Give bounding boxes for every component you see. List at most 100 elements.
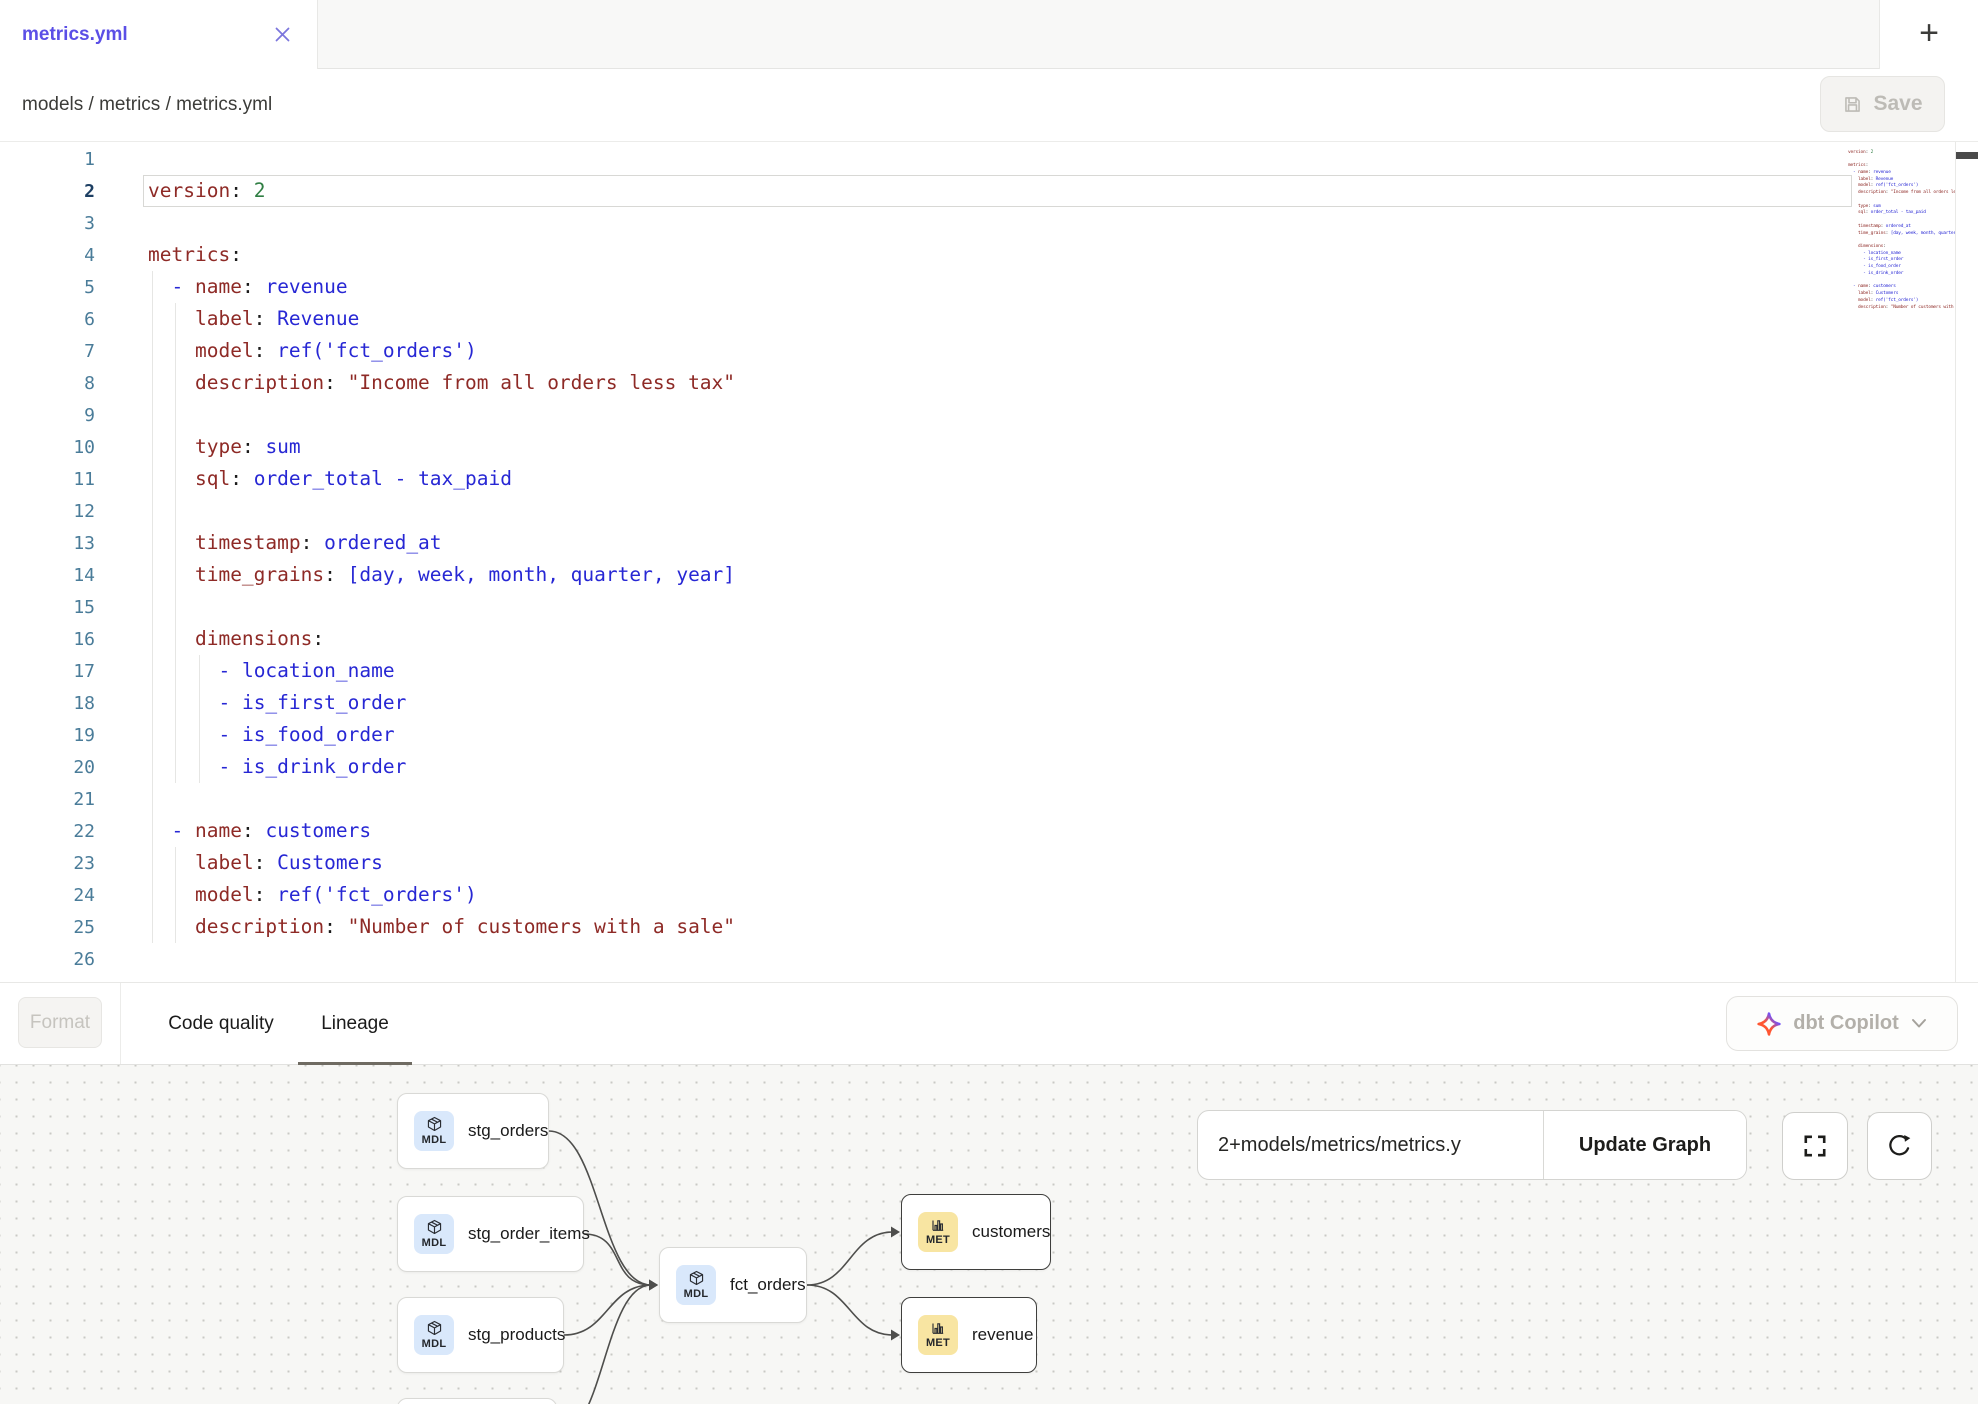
lineage-node-customers[interactable]: MET customers xyxy=(901,1194,1051,1270)
dbt-copilot-icon xyxy=(1757,1012,1781,1036)
code-line[interactable]: 12 xyxy=(0,495,1848,527)
line-number: 8 xyxy=(0,373,95,394)
lineage-node-stg_orders[interactable]: MDL stg_orders xyxy=(397,1093,549,1169)
lineage-canvas[interactable]: MDL stg_orders MDLstg_order_items MDLstg_pr… xyxy=(0,1065,1978,1404)
model-selector-input[interactable]: 2+models/metrics/metrics.y xyxy=(1198,1111,1544,1179)
code-line[interactable]: 13 timestamp: ordered_at xyxy=(0,527,1848,559)
lineage-node-stg_hidden[interactable]: MDL xyxy=(397,1398,557,1404)
code-line[interactable]: 19 - is_food_order xyxy=(0,719,1848,751)
indent-guide xyxy=(199,719,200,751)
code-line[interactable]: 14 time_grains: [day, week, month, quart… xyxy=(0,559,1848,591)
selector-value: 2+models/metrics/metrics.y xyxy=(1218,1134,1461,1157)
node-label: customers xyxy=(972,1222,1050,1242)
indent-guide xyxy=(175,559,176,591)
code-line[interactable]: 21 xyxy=(0,783,1848,815)
code-line[interactable]: 18 - is_first_order xyxy=(0,687,1848,719)
indent-guide xyxy=(152,399,153,431)
code-line[interactable]: 1 xyxy=(0,143,1848,175)
indent-guide xyxy=(152,719,153,751)
lineage-node-stg_order_items[interactable]: MDLstg_order_items xyxy=(397,1196,584,1272)
lineage-node-revenue[interactable]: METrevenue xyxy=(901,1297,1037,1373)
code-line[interactable]: 3 xyxy=(0,207,1848,239)
metric-icon: MET xyxy=(918,1315,958,1355)
line-number: 12 xyxy=(0,501,95,522)
code-line[interactable]: 26 xyxy=(0,943,1848,975)
indent-guide xyxy=(152,303,153,335)
code-line[interactable]: 10 type: sum xyxy=(0,431,1848,463)
indent-guide xyxy=(152,687,153,719)
code-line[interactable]: 16 dimensions: xyxy=(0,623,1848,655)
indent-guide xyxy=(152,559,153,591)
indent-guide xyxy=(175,879,176,911)
code-line[interactable]: 4metrics: xyxy=(0,239,1848,271)
indent-guide xyxy=(152,495,153,527)
code-line[interactable]: 25 description: "Number of customers wit… xyxy=(0,911,1848,943)
bottom-panel-header: Format Code quality Lineage dbt Copilot xyxy=(0,982,1978,1065)
indent-guide xyxy=(152,911,153,943)
indent-guide xyxy=(175,911,176,943)
plus-icon: + xyxy=(1919,16,1939,50)
fullscreen-button[interactable] xyxy=(1782,1112,1848,1180)
code-line[interactable]: 24 model: ref('fct_orders') xyxy=(0,879,1848,911)
dbt-copilot-button[interactable]: dbt Copilot xyxy=(1726,996,1958,1051)
lineage-node-stg_products[interactable]: MDLstg_products xyxy=(397,1297,564,1373)
tab-metrics-yml[interactable]: metrics.yml xyxy=(0,0,318,69)
indent-guide xyxy=(175,431,176,463)
code-line[interactable]: 2version: 2 xyxy=(0,175,1848,207)
tab-lineage[interactable]: Lineage xyxy=(298,983,412,1064)
code-line[interactable]: 20 - is_drink_order xyxy=(0,751,1848,783)
indent-guide xyxy=(152,783,153,815)
lineage-node-fct_orders[interactable]: MDLfct_orders xyxy=(659,1247,807,1323)
refresh-button[interactable] xyxy=(1867,1112,1932,1180)
scrollbar-thumb[interactable] xyxy=(1956,152,1978,159)
line-content: - location_name xyxy=(148,655,395,687)
breadcrumb-row: models / metrics / metrics.yml Save xyxy=(0,69,1978,142)
refresh-icon xyxy=(1886,1133,1913,1160)
line-number: 21 xyxy=(0,789,95,810)
code-line[interactable]: 23 label: Customers xyxy=(0,847,1848,879)
indent-guide xyxy=(175,687,176,719)
line-number: 1 xyxy=(0,149,95,170)
indent-guide xyxy=(175,751,176,783)
indent-guide xyxy=(152,879,153,911)
format-button[interactable]: Format xyxy=(18,997,102,1048)
tab-bar: metrics.yml + xyxy=(0,0,1978,69)
indent-guide xyxy=(175,303,176,335)
line-content: time_grains: [day, week, month, quarter,… xyxy=(148,559,735,591)
code-line[interactable]: 11 sql: order_total - tax_paid xyxy=(0,463,1848,495)
code-editor[interactable]: 1 2version: 234metrics:5 - name: revenue6… xyxy=(0,142,1978,982)
node-kind-label: MDL xyxy=(422,1134,447,1146)
line-content: label: Revenue xyxy=(148,303,359,335)
minimap[interactable]: version: 2 metrics: - name: revenue labe… xyxy=(1848,143,1955,318)
code-line[interactable]: 6 label: Revenue xyxy=(0,303,1848,335)
tab-code-quality-label: Code quality xyxy=(168,1013,274,1035)
node-kind-label: MET xyxy=(926,1337,950,1349)
line-number: 18 xyxy=(0,693,95,714)
node-label: stg_orders xyxy=(468,1121,548,1141)
code-line[interactable]: 15 xyxy=(0,591,1848,623)
line-content: - is_drink_order xyxy=(148,751,406,783)
node-kind-label: MET xyxy=(926,1234,950,1246)
code-line[interactable]: 9 xyxy=(0,399,1848,431)
code-line[interactable]: 17 - location_name xyxy=(0,655,1848,687)
code-line[interactable]: 7 model: ref('fct_orders') xyxy=(0,335,1848,367)
code-line[interactable]: 5 - name: revenue xyxy=(0,271,1848,303)
indent-guide xyxy=(152,751,153,783)
update-graph-button[interactable]: Update Graph xyxy=(1544,1111,1746,1179)
code-line[interactable]: 8 description: "Income from all orders l… xyxy=(0,367,1848,399)
tab-code-quality[interactable]: Code quality xyxy=(146,983,296,1064)
indent-guide xyxy=(175,623,176,655)
line-number: 13 xyxy=(0,533,95,554)
save-button[interactable]: Save xyxy=(1820,76,1945,132)
scrollbar-track[interactable] xyxy=(1955,142,1978,982)
new-tab-zone[interactable]: + xyxy=(1879,0,1978,69)
line-number: 15 xyxy=(0,597,95,618)
code-line[interactable]: 22 - name: customers xyxy=(0,815,1848,847)
line-number: 19 xyxy=(0,725,95,746)
model-icon: MDL xyxy=(676,1265,716,1305)
format-label: Format xyxy=(30,1012,90,1034)
line-number: 25 xyxy=(0,917,95,938)
close-icon[interactable] xyxy=(271,24,293,46)
save-icon xyxy=(1842,94,1863,115)
indent-guide xyxy=(175,527,176,559)
